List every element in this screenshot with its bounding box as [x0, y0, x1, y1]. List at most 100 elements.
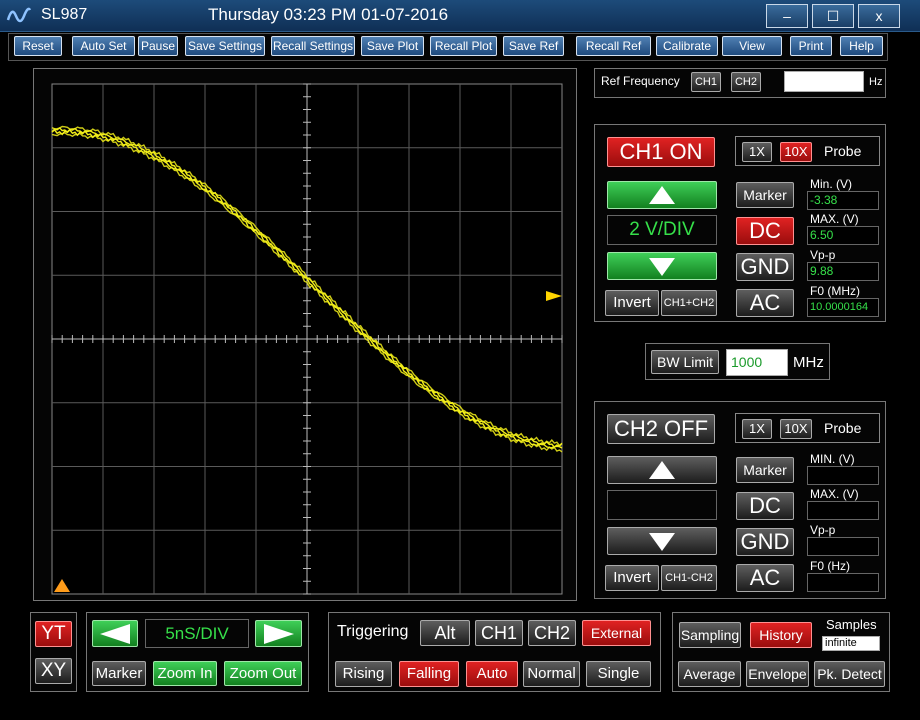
ch1-probe-1x-button[interactable]: 1X — [742, 142, 772, 162]
envelope-button[interactable]: Envelope — [746, 661, 809, 687]
view-button[interactable]: View — [722, 36, 782, 56]
ch2-math-button[interactable]: CH1-CH2 — [661, 565, 717, 591]
acquisition-panel: Sampling History Samples infinite Averag… — [672, 612, 890, 692]
ch2-probe-1x-button[interactable]: 1X — [742, 419, 772, 439]
arrow-up-icon — [649, 461, 675, 479]
print-button[interactable]: Print — [790, 36, 832, 56]
help-button[interactable]: Help — [840, 36, 883, 56]
timebase-increase-button[interactable] — [255, 620, 302, 647]
trigger-auto-button[interactable]: Auto — [466, 661, 518, 687]
ch1-vpp-label: Vp-p — [810, 248, 836, 262]
reset-button[interactable]: Reset — [14, 36, 62, 56]
ch1-max-value: 6.50 — [807, 226, 879, 245]
waveform-display[interactable] — [34, 69, 578, 602]
ch1-panel: CH1 ON 1X 10X Probe Marker Min. (V) -3.3… — [594, 124, 886, 322]
ch1-gnd-button[interactable]: GND — [736, 253, 794, 281]
minimize-button[interactable]: – — [766, 4, 808, 28]
timebase-decrease-button[interactable] — [92, 620, 138, 647]
yt-mode-button[interactable]: YT — [35, 621, 72, 647]
datetime-display: Thursday 03:23 PM 01-07-2016 — [208, 5, 449, 24]
ch2-max-value — [807, 501, 879, 520]
ref-frequency-panel: Ref Frequency CH1 CH2 Hz — [594, 68, 886, 98]
ch1-invert-button[interactable]: Invert — [605, 290, 659, 316]
timebase-marker-button[interactable]: Marker — [92, 661, 146, 686]
ch1-dc-button[interactable]: DC — [736, 217, 794, 245]
ch2-f0-label: F0 (Hz) — [810, 559, 850, 573]
ch1-min-value: -3.38 — [807, 191, 879, 210]
ch1-math-button[interactable]: CH1+CH2 — [661, 290, 717, 316]
trigger-external-button[interactable]: External — [582, 620, 651, 646]
bw-limit-input[interactable]: 1000 — [726, 349, 788, 376]
recall-ref-button[interactable]: Recall Ref — [576, 36, 651, 56]
display-mode-panel: YT XY — [30, 612, 77, 692]
ch1-probe-label: Probe — [824, 143, 862, 159]
calibrate-button[interactable]: Calibrate — [656, 36, 718, 56]
ch1-vpp-value: 9.88 — [807, 262, 879, 281]
arrow-down-icon — [649, 258, 675, 276]
ref-frequency-unit: Hz — [869, 76, 883, 88]
ch2-volts-up-button[interactable] — [607, 456, 717, 484]
save-settings-button[interactable]: Save Settings — [185, 36, 265, 56]
ch1-f0-value: 10.0000164 — [807, 298, 879, 317]
ch2-min-label: MIN. (V) — [810, 452, 855, 466]
ch2-f0-value — [807, 573, 879, 592]
arrow-right-icon — [263, 624, 294, 644]
ch1-volts-up-button[interactable] — [607, 181, 717, 209]
app-logo-icon — [6, 7, 32, 23]
trigger-normal-button[interactable]: Normal — [523, 661, 580, 687]
sampling-button[interactable]: Sampling — [679, 622, 741, 648]
zoom-in-button[interactable]: Zoom In — [153, 661, 217, 686]
trigger-single-button[interactable]: Single — [586, 661, 651, 687]
history-button[interactable]: History — [750, 622, 812, 648]
ch2-marker-button[interactable]: Marker — [736, 457, 794, 483]
ch2-probe-10x-button[interactable]: 10X — [780, 419, 812, 439]
pk-detect-button[interactable]: Pk. Detect — [814, 661, 885, 687]
ch2-dc-button[interactable]: DC — [736, 492, 794, 520]
bw-limit-unit: MHz — [793, 354, 824, 371]
arrow-up-icon — [649, 186, 675, 204]
zoom-out-button[interactable]: Zoom Out — [224, 661, 302, 686]
auto-set-button[interactable]: Auto Set — [72, 36, 135, 56]
ch1-volts-down-button[interactable] — [607, 252, 717, 280]
ch1-ac-button[interactable]: AC — [736, 289, 794, 317]
ref-ch1-button[interactable]: CH1 — [691, 72, 721, 92]
trigger-alt-button[interactable]: Alt — [420, 620, 470, 646]
toolbar: Reset Auto Set Pause Save Settings Recal… — [8, 33, 888, 61]
ch2-ac-button[interactable]: AC — [736, 564, 794, 592]
ch2-probe-group: 1X 10X Probe — [735, 413, 880, 443]
ch1-probe-10x-button[interactable]: 10X — [780, 142, 812, 162]
ch2-invert-button[interactable]: Invert — [605, 565, 659, 591]
ch2-max-label: MAX. (V) — [810, 487, 859, 501]
timebase-panel: 5nS/DIV Marker Zoom In Zoom Out — [86, 612, 309, 692]
close-button[interactable]: x — [858, 4, 900, 28]
average-button[interactable]: Average — [678, 661, 741, 687]
bw-limit-button[interactable]: BW Limit — [651, 350, 719, 374]
samples-input[interactable]: infinite — [822, 636, 880, 651]
trigger-falling-button[interactable]: Falling — [399, 661, 459, 687]
ch2-vpp-value — [807, 537, 879, 556]
trigger-label: Triggering — [337, 623, 409, 640]
recall-plot-button[interactable]: Recall Plot — [430, 36, 497, 56]
ch1-probe-group: 1X 10X Probe — [735, 136, 880, 166]
pause-button[interactable]: Pause — [138, 36, 178, 56]
recall-settings-button[interactable]: Recall Settings — [271, 36, 355, 56]
ch2-volts-div-display — [607, 490, 717, 520]
ref-ch2-button[interactable]: CH2 — [731, 72, 761, 92]
ref-frequency-input[interactable] — [784, 71, 864, 92]
trigger-ch2-button[interactable]: CH2 — [528, 620, 576, 646]
save-plot-button[interactable]: Save Plot — [361, 36, 424, 56]
trigger-panel: Triggering Alt CH1 CH2 External Rising F… — [328, 612, 661, 692]
ch2-off-button[interactable]: CH2 OFF — [607, 414, 715, 444]
ch2-volts-down-button[interactable] — [607, 527, 717, 555]
ch2-gnd-button[interactable]: GND — [736, 528, 794, 556]
save-ref-button[interactable]: Save Ref — [503, 36, 564, 56]
trigger-rising-button[interactable]: Rising — [335, 661, 392, 687]
trigger-ch1-button[interactable]: CH1 — [475, 620, 523, 646]
ch1-on-button[interactable]: CH1 ON — [607, 137, 715, 167]
xy-mode-button[interactable]: XY — [35, 658, 72, 684]
arrow-down-icon — [649, 533, 675, 551]
ch1-marker-button[interactable]: Marker — [736, 182, 794, 208]
ch1-f0-label: F0 (MHz) — [810, 284, 860, 298]
maximize-button[interactable]: ☐ — [812, 4, 854, 28]
app-title: SL987 — [41, 6, 88, 23]
